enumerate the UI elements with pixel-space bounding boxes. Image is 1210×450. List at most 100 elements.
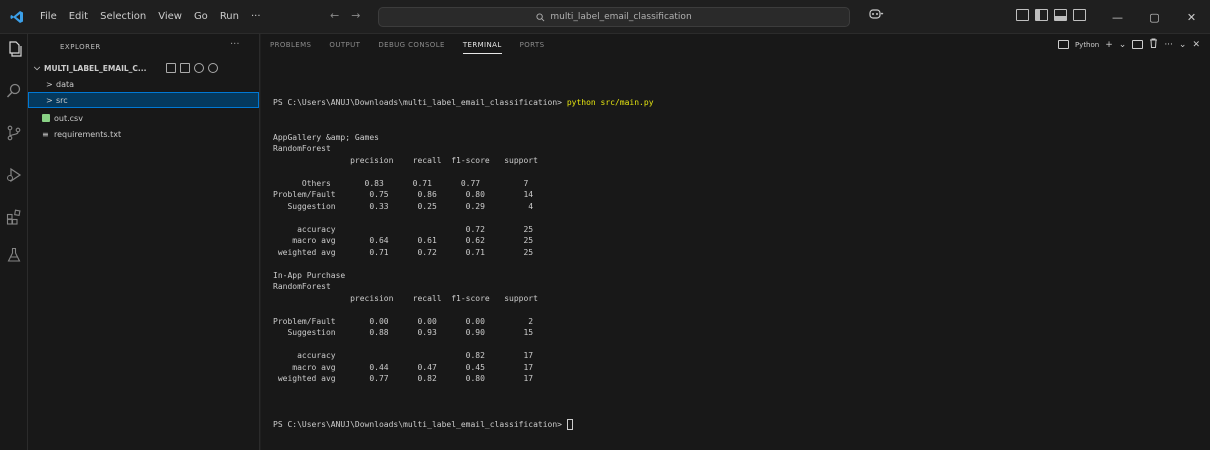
back-arrow-icon[interactable]: ← [330, 9, 339, 22]
bottom-panel: PROBLEMS OUTPUT DEBUG CONSOLE TERMINAL P… [261, 34, 1210, 450]
toggle-panel-icon[interactable] [1054, 9, 1067, 21]
terminal-line: macro avg 0.64 0.61 0.62 25 [273, 236, 534, 245]
terminal-output[interactable]: PS C:\Users\ANUJ\Downloads\multi_label_e… [273, 74, 1203, 450]
terminal-line: Problem/Fault 0.00 0.00 0.00 2 [273, 316, 534, 326]
new-terminal-plus-icon[interactable]: + [1105, 40, 1113, 50]
sidebar-title: EXPLORER [60, 43, 101, 51]
search-icon [536, 12, 545, 21]
sidebar-more-icon[interactable]: ··· [230, 39, 240, 50]
tab-terminal[interactable]: TERMINAL [454, 34, 511, 56]
new-folder-icon[interactable] [180, 63, 190, 73]
terminal-line: accuracy 0.72 25 [273, 224, 534, 234]
tree-file-requirements[interactable]: ≡ requirements.txt [28, 126, 259, 142]
panel-collapse-icon[interactable]: ⌄ [1179, 40, 1187, 50]
terminal-line: weighted avg 0.71 0.72 0.71 25 [273, 247, 534, 257]
terminal-line: macro avg 0.44 0.47 0.45 17 [273, 362, 534, 372]
terminal-line: Problem/Fault 0.75 0.86 0.80 14 [273, 190, 534, 199]
shell-label[interactable]: Python [1075, 41, 1099, 49]
source-control-icon[interactable] [5, 124, 23, 142]
chevron-right-icon: > [46, 79, 53, 89]
terminal-command: python src/main.py [566, 98, 654, 107]
trash-icon[interactable] [1149, 38, 1158, 51]
terminal-line: Suggestion 0.33 0.25 0.29 4 [273, 201, 534, 211]
terminal-line: In-App Purchase [273, 270, 346, 280]
terminal-line: RandomForest [273, 282, 331, 291]
copilot-icon[interactable] [868, 8, 884, 23]
close-window-icon[interactable]: ✕ [1173, 11, 1210, 24]
menu-view[interactable]: View [152, 11, 188, 22]
tree-file-out-csv[interactable]: out.csv [28, 110, 259, 126]
terminal-line: precision recall f1-score support [273, 293, 538, 303]
tree-item-label: out.csv [54, 113, 83, 123]
customize-layout-icon[interactable] [1016, 9, 1029, 21]
collapse-folders-icon[interactable] [208, 63, 218, 73]
search-text: multi_label_email_classification [550, 12, 692, 22]
search-sidebar-icon[interactable] [5, 82, 23, 100]
testing-flask-icon[interactable] [5, 246, 23, 264]
maximize-icon[interactable]: ▢ [1136, 11, 1173, 24]
activity-bar [0, 34, 28, 450]
chevron-down-icon: ⌵ [34, 63, 41, 72]
refresh-icon[interactable] [194, 63, 204, 73]
terminal-cursor [566, 419, 573, 430]
menu-bar: File Edit Selection View Go Run ··· [34, 0, 267, 34]
title-bar: File Edit Selection View Go Run ··· ← → … [0, 0, 1210, 34]
terminal-icon [1057, 40, 1069, 49]
explorer-icon[interactable] [5, 40, 23, 58]
minimize-icon[interactable]: — [1099, 11, 1136, 24]
layout-controls [1016, 9, 1086, 21]
toggle-secondary-sidebar-icon[interactable] [1073, 9, 1086, 21]
terminal-prompt: PS C:\Users\ANUJ\Downloads\multi_label_e… [273, 420, 567, 429]
tab-debug-console[interactable]: DEBUG CONSOLE [369, 34, 454, 56]
vscode-logo-icon[interactable] [0, 0, 34, 34]
menu-more[interactable]: ··· [245, 11, 267, 22]
tree-folder-data[interactable]: > data [28, 76, 259, 92]
nav-arrows: ← → [330, 9, 360, 22]
terminal-final-prompt-line: PS C:\Users\ANUJ\Downloads\multi_label_e… [273, 419, 1203, 431]
run-debug-icon[interactable] [5, 166, 23, 184]
terminal-line: AppGallery &amp; Games [273, 132, 379, 142]
terminal-line: weighted avg 0.77 0.82 0.80 17 [273, 374, 534, 383]
chevron-right-icon: > [46, 95, 53, 105]
tab-output[interactable]: OUTPUT [320, 34, 369, 56]
toggle-sidebar-icon[interactable] [1035, 9, 1048, 21]
explorer-actions [166, 60, 218, 76]
vscode-window: File Edit Selection View Go Run ··· ← → … [0, 0, 1210, 450]
menu-go[interactable]: Go [188, 11, 214, 22]
tree-item-label: src [56, 95, 68, 105]
new-file-icon[interactable] [166, 63, 176, 73]
panel-more-icon[interactable]: ··· [1164, 40, 1173, 50]
terminal-line: precision recall f1-score support [273, 155, 538, 165]
menu-selection[interactable]: Selection [94, 11, 152, 22]
extensions-icon[interactable] [5, 208, 23, 226]
explorer-sidebar: EXPLORER ··· ⌵ MULTI_LABEL_EMAIL_C... > … [28, 34, 260, 450]
terminal-line: Suggestion 0.88 0.93 0.90 15 [273, 328, 534, 337]
forward-arrow-icon[interactable]: → [351, 9, 360, 22]
terminal-prompt: PS C:\Users\ANUJ\Downloads\multi_label_e… [273, 98, 567, 107]
tab-ports[interactable]: PORTS [511, 34, 554, 56]
panel-close-icon[interactable]: ✕ [1192, 40, 1200, 50]
panel-actions: Python + ⌄ ··· ⌄ ✕ [1057, 38, 1200, 51]
terminal-line: accuracy 0.82 17 [273, 351, 534, 360]
terminal-lines: AppGallery &amp; Games RandomForest preci… [273, 132, 1203, 397]
terminal-line: RandomForest [273, 144, 331, 153]
terminal-line: Others 0.83 0.71 0.77 7 [273, 178, 529, 188]
terminal-dropdown-icon[interactable]: ⌄ [1119, 40, 1127, 50]
menu-file[interactable]: File [34, 11, 63, 22]
workspace-root-folder[interactable]: ⌵ MULTI_LABEL_EMAIL_C... [34, 60, 260, 76]
csv-file-icon [42, 114, 50, 122]
menu-run[interactable]: Run [214, 11, 245, 22]
tree-folder-src[interactable]: > src [28, 92, 259, 108]
window-controls: — ▢ ✕ [1099, 0, 1210, 34]
terminal-command-line: PS C:\Users\ANUJ\Downloads\multi_label_e… [273, 97, 1203, 109]
split-terminal-icon[interactable] [1132, 40, 1144, 49]
tab-problems[interactable]: PROBLEMS [261, 34, 320, 56]
tree-item-label: data [56, 79, 75, 89]
menu-edit[interactable]: Edit [63, 11, 94, 22]
command-center-search[interactable]: multi_label_email_classification [378, 7, 850, 27]
